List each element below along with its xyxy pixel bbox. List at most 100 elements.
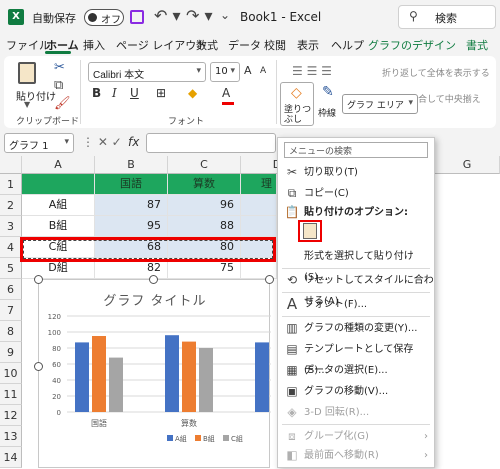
redo-icon[interactable]: ↷ ▾ (186, 6, 213, 25)
formula-input[interactable] (146, 133, 276, 153)
table-cell[interactable]: A組 (22, 195, 95, 216)
menu-item-font[interactable]: A フォント(F)... (278, 294, 434, 315)
italic-icon[interactable]: I (112, 86, 117, 100)
menu-item-change-chart-type[interactable]: ▥ グラフの種類の変更(Y)... (278, 318, 434, 339)
font-color-icon[interactable]: A (222, 86, 230, 100)
resize-handle[interactable] (34, 362, 43, 371)
align-top-icon[interactable]: ☰ ☰ ☰ (292, 64, 332, 78)
resize-handle[interactable] (34, 275, 43, 284)
chevron-down-icon[interactable]: ▼ (24, 100, 30, 109)
row-header[interactable]: 1 (0, 174, 22, 195)
font-group-label: フォント (168, 117, 205, 127)
row-header[interactable]: 14 (0, 447, 22, 468)
tab-data[interactable]: データ (228, 37, 261, 53)
highlight-icon[interactable]: ◆ (188, 86, 197, 100)
table-cell[interactable]: 87 (95, 195, 168, 216)
menu-item-cut[interactable]: ✂ 切り取り(T) (278, 162, 434, 183)
tab-file[interactable]: ファイル (6, 37, 50, 53)
menu-item-reset-style[interactable]: ⟲ リセットしてスタイルに合わせる(A) (278, 270, 434, 307)
menu-item-save-template[interactable]: ▤ テンプレートとして保存(S)... (278, 339, 434, 376)
menu-item-label: 3-D 回転(R)... (304, 407, 370, 418)
chart-area[interactable]: グラフ タイトル 020406080100120国語算数理科A組B組C組 (38, 279, 271, 468)
chart-element-select[interactable]: グラフ エリア ▾ (342, 94, 418, 114)
menu-item-paste-special[interactable]: 形式を選択して貼り付け(S)... (278, 246, 434, 283)
border-icon[interactable]: ⊞ (156, 86, 166, 100)
table-cell[interactable] (22, 174, 95, 195)
chevron-down-icon: ▾ (408, 98, 413, 108)
menu-item-group: ⧈ グループ化(G) › (278, 426, 434, 447)
tab-review[interactable]: 校閲 (264, 37, 286, 53)
table-cell[interactable]: 95 (95, 216, 168, 237)
menu-search-placeholder: メニューの検索 (289, 147, 353, 157)
chevron-down-icon: ▾ (196, 66, 201, 76)
chevron-right-icon: › (424, 450, 428, 461)
grow-font-icon[interactable]: A (244, 64, 252, 77)
table-cell[interactable]: 96 (168, 195, 241, 216)
row-header[interactable]: 13 (0, 426, 22, 447)
menu-item-move-chart[interactable]: ▣ グラフの移動(V)... (278, 381, 434, 402)
table-cell[interactable]: B組 (22, 216, 95, 237)
y-tick-label: 20 (52, 393, 61, 401)
row-header[interactable]: 8 (0, 321, 22, 342)
tab-chart-design[interactable]: グラフのデザイン (368, 37, 456, 53)
font-name-select[interactable]: Calibri 本文 ▾ (88, 62, 206, 82)
menu-search-input[interactable]: メニューの検索 (284, 142, 428, 158)
row-header[interactable]: 12 (0, 405, 22, 426)
row-header[interactable]: 7 (0, 300, 22, 321)
font-size-select[interactable]: 10 ▾ (210, 62, 240, 82)
x-tick-label: 国語 (91, 418, 107, 428)
row-header[interactable]: 10 (0, 363, 22, 384)
select-all-corner[interactable] (0, 156, 22, 174)
shape-outline-label[interactable]: 枠線 (318, 106, 336, 119)
tab-help[interactable]: ヘルプ (331, 37, 364, 53)
autosave-toggle[interactable]: オフ (84, 9, 124, 26)
row-header[interactable]: 11 (0, 384, 22, 405)
undo-icon[interactable]: ↶ ▾ (154, 6, 181, 25)
table-cell[interactable]: 理 (241, 174, 277, 195)
pen-outline-icon[interactable]: ✎ (322, 84, 334, 100)
scissors-icon[interactable]: ✂ (54, 60, 65, 75)
format-painter-icon[interactable]: 🖌 (54, 96, 71, 111)
table-cell[interactable]: 88 (168, 216, 241, 237)
column-header-a[interactable]: A (22, 156, 95, 174)
row-header[interactable]: 4 (0, 237, 22, 258)
menu-item-copy[interactable]: ⧉ コピー(C) (278, 183, 434, 204)
qat-more-icon[interactable]: ⌄ (220, 8, 230, 22)
paste-button-label[interactable]: 貼り付け (16, 88, 56, 103)
tab-formulas[interactable]: 数式 (196, 37, 218, 53)
table-cell[interactable]: 国語 (95, 174, 168, 195)
column-header-c[interactable]: C (168, 156, 241, 174)
row-header[interactable]: 9 (0, 342, 22, 363)
table-cell[interactable] (241, 195, 277, 216)
tab-insert[interactable]: 挿入 (83, 37, 105, 53)
underline-icon[interactable]: U (130, 86, 139, 100)
shrink-font-icon[interactable]: A (260, 66, 266, 76)
insert-function-icon[interactable]: fx (128, 135, 139, 149)
menu-item-select-data[interactable]: ▦ データの選択(E)... (278, 360, 434, 381)
tab-format[interactable]: 書式 (466, 37, 488, 53)
row-header[interactable]: 5 (0, 258, 22, 279)
menu-item-label: グラフの種類の変更(Y)... (304, 323, 418, 334)
table-cell[interactable]: 算数 (168, 174, 241, 195)
column-header-g[interactable]: G (435, 156, 500, 174)
tab-page-layout[interactable]: ページ レイアウト (116, 37, 207, 53)
shape-fill-button[interactable]: ◇ 塗りつぶし (280, 82, 314, 126)
resize-handle[interactable] (265, 275, 274, 284)
paste-option-button[interactable] (298, 220, 322, 242)
paste-icon[interactable] (18, 62, 36, 84)
search-box[interactable]: ⚲ 検索 (398, 5, 496, 29)
wrap-text-button[interactable]: 折り返して全体を表示する (382, 66, 490, 79)
save-icon[interactable] (130, 10, 144, 24)
copy-icon[interactable]: ⧉ (54, 78, 63, 93)
row-header[interactable]: 6 (0, 279, 22, 300)
table-cell[interactable] (241, 216, 277, 237)
name-box[interactable]: グラフ 1 ▾ (4, 133, 74, 153)
toggle-knob-icon (88, 13, 97, 22)
tab-view[interactable]: 表示 (297, 37, 319, 53)
bold-icon[interactable]: B (92, 86, 101, 100)
row-header[interactable]: 3 (0, 216, 22, 237)
cancel-confirm-icons[interactable]: ⋮ ✕ ✓ (82, 135, 122, 149)
row-header[interactable]: 2 (0, 195, 22, 216)
column-header-b[interactable]: B (95, 156, 168, 174)
resize-handle[interactable] (149, 275, 158, 284)
